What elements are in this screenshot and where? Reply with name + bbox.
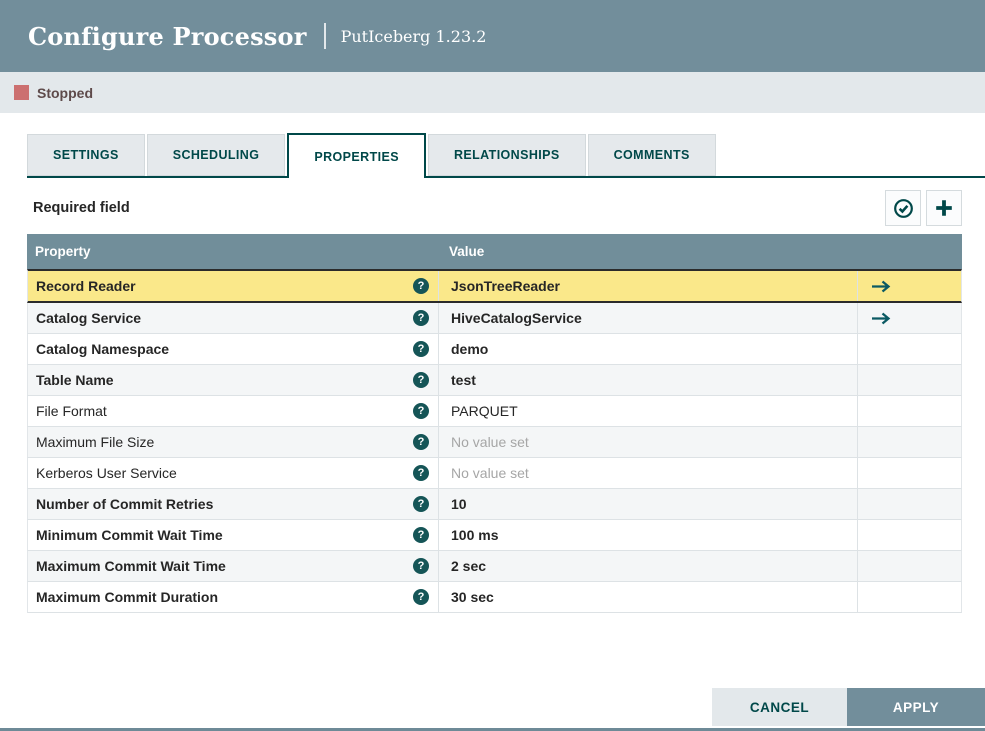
question-circle-icon[interactable]: ? [413, 527, 429, 543]
table-row[interactable]: File Format ? PARQUET [27, 396, 962, 427]
property-cell: File Format ? [28, 396, 438, 426]
table-row[interactable]: Table Name ? test [27, 365, 962, 396]
status-label: Stopped [37, 84, 93, 101]
cancel-button[interactable]: CANCEL [712, 688, 847, 726]
property-name: Table Name [36, 372, 114, 388]
property-name: Catalog Service [36, 310, 142, 326]
goto-cell [857, 582, 961, 612]
table-row[interactable]: Catalog Namespace ? demo [27, 334, 962, 365]
add-property-button[interactable] [926, 190, 962, 226]
property-value[interactable]: test [438, 365, 857, 395]
question-circle-icon[interactable]: ? [413, 341, 429, 357]
status-bar: Stopped [0, 72, 985, 113]
title-separator [323, 23, 326, 49]
question-circle-icon[interactable]: ? [413, 465, 429, 481]
property-cell: Maximum File Size ? [28, 427, 438, 457]
right-arrow-icon[interactable] [871, 312, 891, 325]
toolbar-buttons [885, 190, 962, 226]
question-circle-icon[interactable]: ? [413, 278, 429, 294]
tab-properties[interactable]: PROPERTIES [287, 133, 426, 178]
question-circle-icon[interactable]: ? [413, 434, 429, 450]
table-row[interactable]: Maximum Commit Wait Time ? 2 sec [27, 551, 962, 582]
processor-name-version: PutIceberg 1.23.2 [340, 26, 487, 46]
question-circle-icon[interactable]: ? [413, 589, 429, 605]
question-circle-icon[interactable]: ? [413, 496, 429, 512]
dialog-footer: CANCEL APPLY [712, 688, 985, 726]
goto-cell [857, 489, 961, 519]
properties-toolbar: Required field [33, 190, 962, 226]
property-name: Maximum Commit Duration [36, 589, 219, 605]
dialog-title: Configure Processor [28, 21, 307, 51]
property-value[interactable]: demo [438, 334, 857, 364]
property-name: Number of Commit Retries [36, 496, 214, 512]
right-arrow-icon[interactable] [871, 280, 891, 293]
property-value[interactable]: No value set [438, 458, 857, 488]
property-cell: Maximum Commit Duration ? [28, 582, 438, 612]
table-row[interactable]: Maximum File Size ? No value set [27, 427, 962, 458]
tab-bar: SETTINGS SCHEDULING PROPERTIES RELATIONS… [27, 133, 985, 178]
property-value[interactable]: HiveCatalogService [438, 303, 857, 333]
property-name: Catalog Namespace [36, 341, 170, 357]
table-header: Property Value [27, 234, 962, 269]
table-body: Record Reader ? JsonTreeReader Catalog S… [27, 269, 962, 613]
property-cell: Maximum Commit Wait Time ? [28, 551, 438, 581]
tab-settings[interactable]: SETTINGS [27, 134, 145, 176]
goto-cell [857, 365, 961, 395]
required-field-label: Required field [33, 200, 130, 216]
question-circle-icon[interactable]: ? [413, 310, 429, 326]
stopped-square-icon [14, 85, 29, 100]
table-row[interactable]: Minimum Commit Wait Time ? 100 ms [27, 520, 962, 551]
property-value[interactable]: PARQUET [438, 396, 857, 426]
goto-cell [857, 334, 961, 364]
property-name: Maximum Commit Wait Time [36, 558, 226, 574]
question-circle-icon[interactable]: ? [413, 372, 429, 388]
property-name: File Format [36, 403, 107, 419]
goto-cell [857, 520, 961, 550]
goto-cell [857, 551, 961, 581]
tab-scheduling[interactable]: SCHEDULING [146, 134, 286, 176]
goto-cell [857, 458, 961, 488]
verify-properties-button[interactable] [885, 190, 921, 226]
properties-table: Property Value Record Reader ? JsonTreeR… [27, 234, 962, 613]
tab-relationships[interactable]: RELATIONSHIPS [427, 134, 586, 176]
property-value[interactable]: 2 sec [438, 551, 857, 581]
goto-cell [857, 303, 961, 333]
table-row[interactable]: Maximum Commit Duration ? 30 sec [27, 582, 962, 613]
question-circle-icon[interactable]: ? [413, 403, 429, 419]
goto-cell [857, 427, 961, 457]
property-name: Maximum File Size [36, 434, 155, 450]
property-cell: Table Name ? [28, 365, 438, 395]
property-value[interactable]: JsonTreeReader [438, 271, 857, 301]
property-cell: Catalog Namespace ? [28, 334, 438, 364]
property-name: Record Reader [36, 278, 136, 294]
plus-icon [934, 198, 954, 218]
column-header-property: Property [35, 244, 91, 259]
property-value[interactable]: 10 [438, 489, 857, 519]
tab-comments[interactable]: COMMENTS [587, 134, 716, 176]
table-row[interactable]: Record Reader ? JsonTreeReader [27, 269, 962, 303]
goto-cell [857, 271, 961, 301]
configure-processor-dialog: Configure Processor PutIceberg 1.23.2 St… [0, 0, 985, 731]
property-name: Kerberos User Service [36, 465, 177, 481]
property-value[interactable]: 100 ms [438, 520, 857, 550]
property-value[interactable]: 30 sec [438, 582, 857, 612]
apply-button[interactable]: APPLY [847, 688, 985, 726]
table-row[interactable]: Catalog Service ? HiveCatalogService [27, 303, 962, 334]
property-cell: Number of Commit Retries ? [28, 489, 438, 519]
question-circle-icon[interactable]: ? [413, 558, 429, 574]
property-name: Minimum Commit Wait Time [36, 527, 223, 543]
circle-check-icon [893, 198, 914, 219]
column-header-value: Value [449, 244, 485, 259]
table-row[interactable]: Number of Commit Retries ? 10 [27, 489, 962, 520]
goto-cell [857, 396, 961, 426]
property-cell: Kerberos User Service ? [28, 458, 438, 488]
property-value[interactable]: No value set [438, 427, 857, 457]
property-cell: Catalog Service ? [28, 303, 438, 333]
property-cell: Record Reader ? [28, 271, 438, 301]
dialog-header: Configure Processor PutIceberg 1.23.2 [0, 0, 985, 72]
property-cell: Minimum Commit Wait Time ? [28, 520, 438, 550]
table-row[interactable]: Kerberos User Service ? No value set [27, 458, 962, 489]
